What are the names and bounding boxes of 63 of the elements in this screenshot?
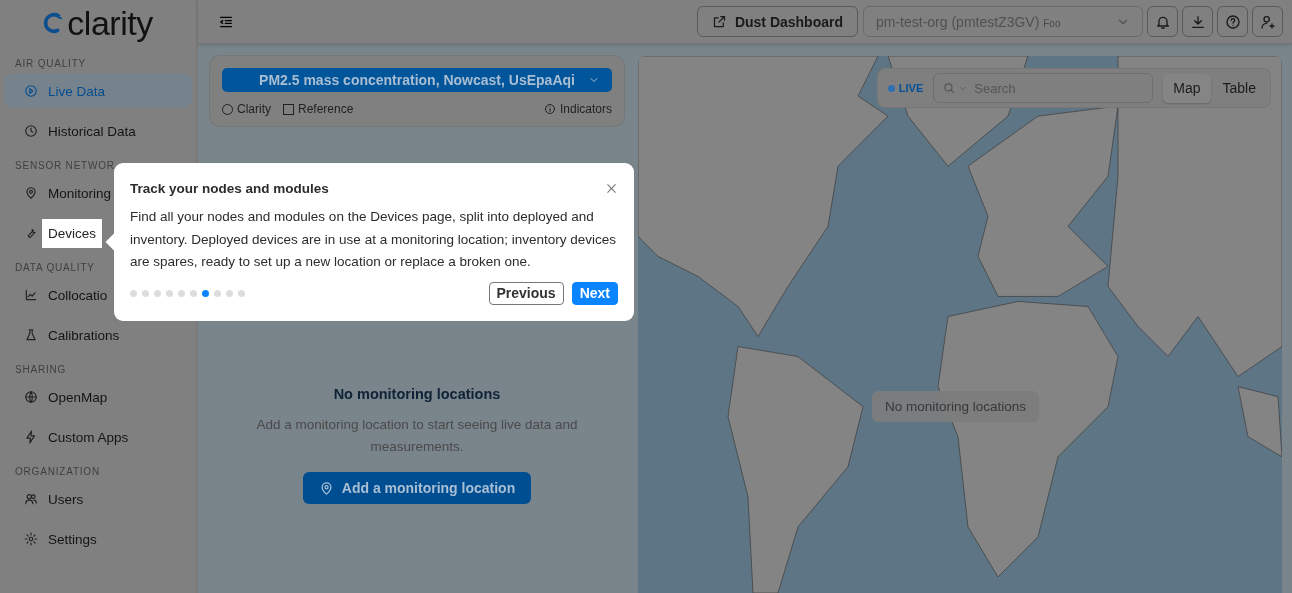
step-dot[interactable] xyxy=(190,289,197,297)
play-circle-icon xyxy=(24,84,38,98)
line-chart-icon xyxy=(24,288,38,302)
sidebar-item[interactable]: Historical Data xyxy=(4,114,142,148)
download-button[interactable] xyxy=(1182,6,1213,37)
help-icon xyxy=(1224,13,1241,30)
flask-icon xyxy=(24,328,38,342)
next-button[interactable]: Next xyxy=(571,281,618,305)
clock-icon xyxy=(24,124,38,138)
step-dot[interactable] xyxy=(202,289,209,297)
sidebar-item[interactable]: Custom Apps xyxy=(4,420,135,454)
users-icon xyxy=(24,492,38,506)
indicators-link[interactable]: Indicators xyxy=(543,102,612,116)
info-icon xyxy=(543,103,556,115)
step-dot[interactable] xyxy=(238,289,245,297)
sidebar-item[interactable]: Collocatio xyxy=(4,278,114,312)
external-link-icon xyxy=(711,14,727,29)
step-dot[interactable] xyxy=(154,289,161,297)
live-dot-icon xyxy=(887,84,895,92)
close-button[interactable] xyxy=(605,182,618,195)
add-user-icon xyxy=(1259,13,1276,30)
lightning-icon xyxy=(24,430,38,444)
section-heading: SENSOR NETWOR xyxy=(15,158,115,173)
empty-state-title: No monitoring locations xyxy=(333,386,501,402)
section-heading: ORGANIZATION xyxy=(15,464,100,479)
step-dot[interactable] xyxy=(226,289,233,297)
map-status-badge: No monitoring locations xyxy=(872,391,1040,422)
step-dot[interactable] xyxy=(178,289,185,297)
option-label: Reference xyxy=(298,102,354,116)
chevron-down-icon xyxy=(958,84,968,93)
sidebar-item[interactable]: Users xyxy=(4,482,90,516)
globe-icon xyxy=(24,390,38,404)
step-dot[interactable] xyxy=(142,289,149,297)
map-pin-icon xyxy=(24,186,38,200)
section-heading: DATA QUALITY xyxy=(15,260,95,275)
section-heading: SHARING xyxy=(15,362,67,377)
view-tab[interactable]: Map xyxy=(1163,73,1211,103)
metric-dropdown[interactable]: PM2.5 mass concentration, Nowcast, UsEpaAqi xyxy=(222,68,612,92)
tour-title: Track your nodes and modules xyxy=(130,181,329,196)
download-icon xyxy=(1189,13,1206,30)
search-icon xyxy=(942,81,957,95)
option-label: Clarity xyxy=(237,102,271,116)
view-tab[interactable]: Table xyxy=(1212,73,1266,103)
section-heading: AIR QUALITY xyxy=(15,56,87,71)
help-button[interactable] xyxy=(1217,6,1248,37)
sidebar-item[interactable]: Settings xyxy=(4,522,103,556)
empty-state-text: Add a monitoring location to start seeing live data and measurements. xyxy=(255,416,579,456)
checkbox[interactable] xyxy=(283,103,294,115)
sidebar-item[interactable]: Monitoring xyxy=(4,176,118,210)
live-label: LIVE xyxy=(898,82,924,94)
sidebar-item[interactable]: OpenMap xyxy=(4,380,114,414)
add-user-button[interactable] xyxy=(1252,6,1283,37)
dust-dashboard-button[interactable]: Dust Dashboard xyxy=(696,6,858,37)
sidebar-item[interactable]: Calibrations xyxy=(4,318,126,352)
bell-button[interactable] xyxy=(1147,6,1178,37)
logo-text: clarity xyxy=(67,3,153,43)
step-dot[interactable] xyxy=(214,289,221,297)
step-dot[interactable] xyxy=(166,289,173,297)
tour-text: Find all your nodes and modules on the Devices page, split into deployed and inventory. Deployed devices are in use at a monitoring location; inventory devices are spares, ready to set up a new location or replace a broken one. xyxy=(130,208,617,271)
add-location-button[interactable]: Add a monitoring location xyxy=(302,472,532,504)
step-dot[interactable] xyxy=(130,289,137,297)
previous-button[interactable]: Previous xyxy=(488,281,564,305)
close-icon xyxy=(605,182,618,195)
